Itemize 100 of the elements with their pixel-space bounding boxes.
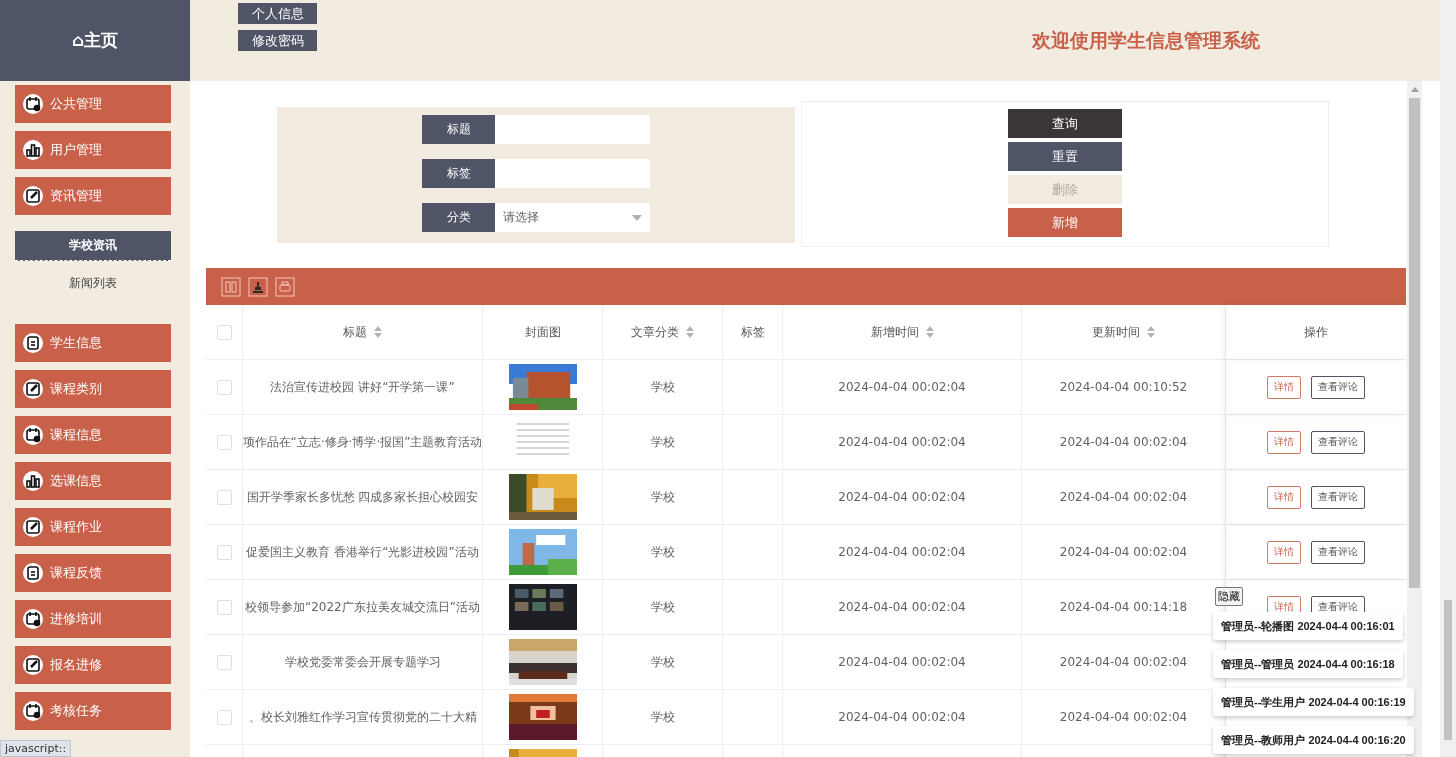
menu-item[interactable]: 选课信息 (15, 462, 171, 500)
table-cell: 2024-04-04 00:02:04 (838, 490, 966, 504)
table-cell: 学校 (650, 708, 675, 726)
table-cell: 2024-04-04 00:02:04 (838, 380, 966, 394)
submenu-item[interactable]: 新闻列表 (69, 275, 117, 292)
notification[interactable]: 管理员--教师用户 2024-04-4 00:16:20 (1213, 726, 1414, 754)
comments-button[interactable]: 查看评论 (1311, 485, 1365, 509)
header-button[interactable]: 个人信息 (238, 3, 317, 24)
menu-item[interactable]: 进修培训 (15, 600, 171, 638)
checkbox[interactable] (216, 379, 232, 395)
notification[interactable]: 管理员--轮播图 2024-04-4 00:16:01 (1213, 612, 1403, 640)
scroll-up-icon[interactable] (1410, 87, 1419, 92)
table-cell: 学校 (650, 378, 675, 396)
checkbox[interactable] (216, 324, 232, 340)
menu-item[interactable]: 学生信息 (15, 324, 171, 362)
details-button[interactable]: 详情 (1267, 485, 1301, 509)
sort-icon[interactable] (925, 326, 934, 338)
table-cell: 学校党委常委会开展专题学习 (284, 653, 441, 671)
table-cell: 国开学季家长多忧愁 四成多家长担心校园安 (246, 488, 479, 506)
sort-icon[interactable] (374, 326, 382, 338)
checkbox[interactable] (216, 654, 232, 670)
calendar-icon (23, 94, 43, 114)
notification[interactable]: 管理员--管理员 2024-04-4 00:16:18 (1213, 650, 1403, 678)
field-label: 标签 (422, 159, 495, 188)
table-cell: 2024-04-04 00:02:04 (1059, 710, 1188, 724)
table-cell: 学校 (650, 488, 675, 506)
table-cell: 学校 (650, 598, 675, 616)
details-button[interactable]: 详情 (1267, 375, 1301, 399)
column-header[interactable]: 文章分类 (631, 323, 679, 341)
menu-item[interactable]: 课程反馈 (15, 554, 171, 592)
column-header[interactable]: 操作 (1304, 323, 1328, 341)
menu-group[interactable]: 学校资讯 (15, 231, 171, 261)
edit-icon (23, 517, 43, 537)
column-header[interactable]: 标签 (740, 323, 765, 341)
table-cell: 2024-04-04 00:02:04 (1059, 490, 1188, 504)
calendar-icon (23, 609, 43, 629)
details-button[interactable]: 详情 (1267, 540, 1301, 564)
table-cell: 校领导参加“2022广东拉美友城交流日”活动 (245, 598, 480, 616)
clipboard-icon (23, 563, 43, 583)
comments-button[interactable]: 查看评论 (1311, 540, 1365, 564)
notification[interactable]: 管理员--学生用户 2024-04-4 00:16:19 (1213, 688, 1414, 716)
table-cell: 2024-04-04 00:02:04 (1059, 435, 1188, 449)
dropdown-caret-icon[interactable] (632, 214, 642, 221)
table-cell: 2024-04-04 00:02:04 (838, 545, 966, 559)
edit-icon (23, 186, 43, 206)
home-title[interactable]: ⌂主页 (0, 0, 190, 81)
field-label: 分类 (422, 203, 495, 232)
comments-button[interactable]: 查看评论 (1311, 375, 1365, 399)
query-button[interactable]: 查询 (1008, 109, 1122, 138)
input-field[interactable] (495, 115, 650, 144)
reset-button[interactable]: 重置 (1008, 142, 1122, 171)
select-field[interactable]: 请选择 (495, 203, 650, 232)
column-header[interactable]: 新增时间 (870, 323, 919, 341)
menu-item[interactable]: 考核任务 (15, 692, 171, 730)
scrollbar[interactable] (1407, 81, 1422, 757)
menu-item[interactable]: 课程作业 (15, 508, 171, 546)
sort-icon[interactable] (686, 326, 694, 338)
column-header[interactable]: 封面图 (524, 323, 561, 341)
table-cell: 项作品在“立志·修身·博学·报国”主题教育活动 (243, 433, 482, 451)
table-cell: 2024-04-04 00:10:52 (1059, 380, 1188, 394)
input-field[interactable] (495, 159, 650, 188)
add-button[interactable]: 新增 (1008, 208, 1122, 237)
bar-chart-icon (23, 140, 43, 160)
column-header[interactable]: 更新时间 (1092, 323, 1140, 341)
menu-item[interactable]: 资讯管理 (15, 177, 171, 215)
table-cell: 2024-04-04 00:02:04 (1059, 655, 1188, 669)
menu-item[interactable]: 用户管理 (15, 131, 171, 169)
table-cell: 法治宣传进校园 讲好“开学第一课” (270, 378, 455, 396)
status-bubble: javascript:: (0, 740, 72, 757)
comments-button[interactable]: 查看评论 (1311, 430, 1365, 454)
sort-icon[interactable] (1147, 326, 1155, 338)
scrollbar[interactable] (1440, 0, 1456, 757)
menu-item[interactable]: 课程类别 (15, 370, 171, 408)
details-button[interactable]: 详情 (1267, 430, 1301, 454)
table-cell: 2024-04-04 00:02:04 (1059, 545, 1188, 559)
columns-icon[interactable] (221, 276, 241, 297)
export-icon[interactable] (248, 276, 268, 297)
menu-item[interactable]: 公共管理 (15, 85, 171, 123)
checkbox[interactable] (216, 544, 232, 560)
table-cell: 2024-04-04 00:02:04 (838, 435, 966, 449)
table-cell: 、校长刘雅红作学习宣传贯彻党的二十大精 (248, 708, 477, 726)
menu-item[interactable]: 报名进修 (15, 646, 171, 684)
field-label: 标题 (422, 115, 495, 144)
menu-item[interactable]: 课程信息 (15, 416, 171, 454)
checkbox[interactable] (216, 599, 232, 615)
column-header[interactable]: 标题 (343, 323, 367, 341)
calendar-icon (23, 701, 43, 721)
hide-button[interactable]: 隐藏 (1215, 587, 1243, 606)
table-cell: 2024-04-04 00:02:04 (838, 710, 966, 724)
calendar-icon (23, 425, 43, 445)
table-cell: 学校 (650, 653, 675, 671)
table-cell: 2024-04-04 00:02:04 (838, 600, 966, 614)
bar-chart-icon (23, 471, 43, 491)
checkbox[interactable] (216, 434, 232, 450)
print-icon[interactable] (275, 276, 295, 297)
table-cell: 学校 (650, 433, 675, 451)
header-button[interactable]: 修改密码 (238, 30, 317, 51)
clipboard-icon (23, 333, 43, 353)
checkbox[interactable] (216, 709, 232, 725)
checkbox[interactable] (216, 489, 232, 505)
